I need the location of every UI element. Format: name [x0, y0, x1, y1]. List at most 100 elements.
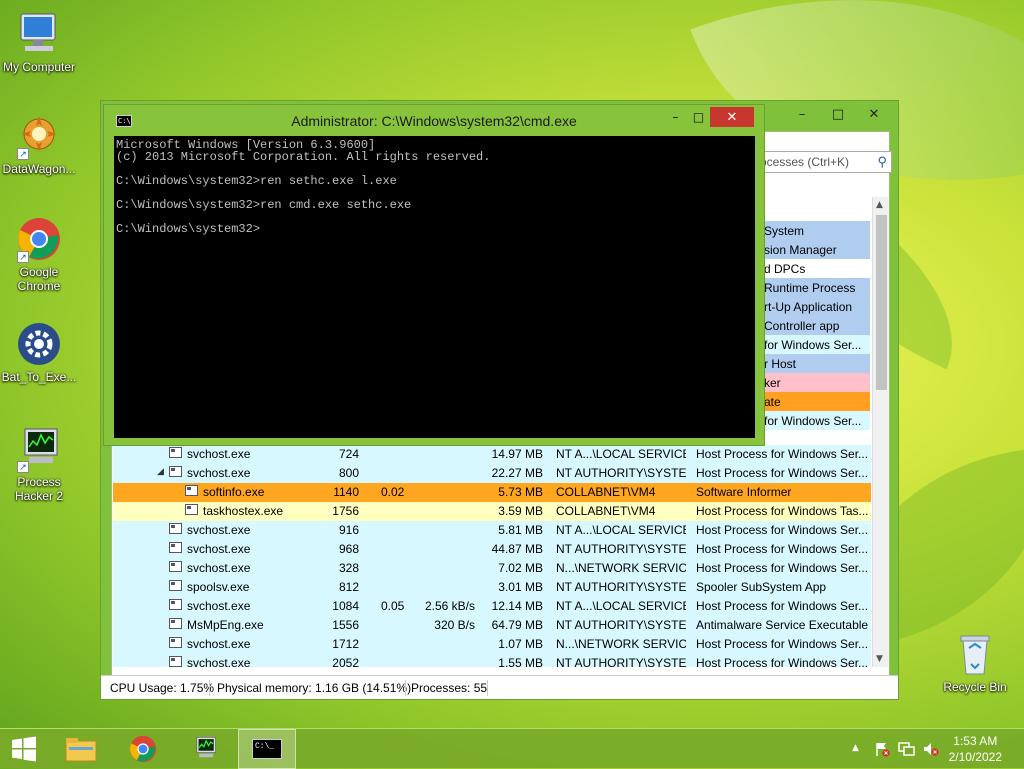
process-user-name: COLLABNET\VM4	[556, 504, 656, 518]
process-description: Controller app	[764, 319, 840, 333]
process-user-name: N...\NETWORK SERVICE	[556, 561, 686, 575]
process-row-partial[interactable]: Runtime Process	[764, 278, 870, 297]
process-row-partial[interactable]: System	[764, 221, 870, 240]
process-row-partial[interactable]: rt-Up Application	[764, 297, 870, 316]
process-row-partial[interactable]: for Windows Ser...	[764, 335, 870, 354]
process-private-bytes: 5.73 MB	[498, 485, 543, 499]
process-private-bytes: 64.79 MB	[491, 618, 543, 632]
process-row[interactable]: svchost.exe 328 7.02 MB N...\NETWORK SERVIC…	[113, 559, 871, 578]
process-user-name: NT A...\LOCAL SERVICE	[556, 523, 686, 537]
process-description: Host Process for Windows Ser...	[696, 599, 868, 613]
console-line: C:\Windows\system32>ren cmd.exe sethc.ex…	[116, 198, 412, 212]
tree-expand-icon[interactable]: ◢	[157, 466, 164, 477]
window-controls: – □ ✕	[784, 103, 892, 125]
process-row[interactable]: svchost.exe 1712 1.07 MB N...\NETWORK SERVI…	[113, 635, 871, 654]
close-button[interactable]: ✕	[856, 103, 892, 125]
taskbar-command-prompt[interactable]: C:\_	[238, 729, 296, 769]
partial-process-list: System sion Manager d DPCs Runtime Process r…	[764, 221, 870, 445]
process-description: rt-Up Application	[764, 300, 853, 314]
process-pid: 968	[338, 542, 359, 556]
minimize-button[interactable]: –	[784, 103, 820, 125]
close-button[interactable]: ✕	[710, 107, 754, 127]
desktop-icon-label: Google Chrome	[17, 265, 61, 293]
process-row[interactable]: svchost.exe 1084 0.05 2.56 kB/s 12.14 MB NT A…	[113, 597, 871, 616]
process-row[interactable]: svchost.exe 968 44.87 MB NT AUTHORITY\SYSTE…	[113, 540, 871, 559]
cmd-title-bar[interactable]: C:\ Administrator: C:\Windows\system32\c…	[104, 105, 764, 137]
desktop-icon-label: DataWagon...	[2, 162, 76, 176]
process-row[interactable]: svchost.exe 916 5.81 MB NT A...\LOCAL SERVI…	[113, 521, 871, 540]
clock-time: 1:53 AM	[953, 734, 998, 748]
chrome-icon	[129, 735, 157, 763]
process-pid: 2052	[332, 656, 359, 667]
process-row-partial[interactable]: ker	[764, 373, 870, 392]
volume-muted-icon[interactable]	[922, 741, 940, 760]
process-row[interactable]: spoolsv.exe 812 3.01 MB NT AUTHORITY\SYSTEM…	[113, 578, 871, 597]
process-icon	[169, 618, 182, 629]
console-line: C:\Windows\system32>	[116, 222, 261, 236]
process-io-rate: 2.56 kB/s	[424, 599, 475, 613]
process-row-partial[interactable]: sion Manager	[764, 240, 870, 259]
process-private-bytes: 5.81 MB	[498, 523, 543, 537]
minimize-button[interactable]: –	[664, 107, 687, 127]
process-row-partial[interactable]: Controller app	[764, 316, 870, 335]
process-description: Host Process for Windows Ser...	[696, 523, 868, 537]
taskbar-file-explorer[interactable]	[52, 729, 110, 769]
vertical-scrollbar[interactable]: ▲ ▼	[872, 197, 889, 667]
desktop-icon-recycle-bin[interactable]: Recycle Bin	[933, 630, 1017, 694]
process-description: Host Process for Windows Ser...	[696, 542, 868, 556]
search-placeholder: ocesses (Ctrl+K)	[760, 155, 850, 169]
action-center-flag-icon[interactable]	[874, 741, 890, 760]
process-row[interactable]: MsMpEng.exe 1556 320 B/s 64.79 MB NT AUTHORI…	[113, 616, 871, 635]
process-description: ker	[764, 376, 781, 390]
process-row-partial[interactable]: ate	[764, 392, 870, 411]
process-description: System	[764, 224, 805, 238]
taskbar-process-hacker[interactable]	[176, 729, 234, 769]
show-hidden-icons-button[interactable]: ▲	[852, 743, 859, 753]
desktop-icon-process-hacker[interactable]: ↗ Process Hacker 2	[0, 425, 81, 503]
process-row[interactable]: svchost.exe 724 14.97 MB NT A...\LOCAL SERV…	[113, 445, 871, 464]
process-row-partial[interactable]: r Host	[764, 354, 870, 373]
process-row[interactable]: svchost.exe 2052 1.55 MB NT AUTHORITY\SYSTE…	[113, 654, 871, 667]
process-row[interactable]: softinfo.exe 1140 0.02 5.73 MB COLLABNET\VM4…	[113, 483, 871, 502]
desktop-icon-label: Process Hacker 2	[14, 475, 64, 503]
taskbar: C:\_ ▲ 1:53 AM 2/10/2022	[0, 728, 1024, 769]
desktop-icon-label: Bat_To_Exe...	[1, 370, 77, 384]
process-private-bytes: 1.55 MB	[498, 656, 543, 667]
process-description: Host Process for Windows Ser...	[696, 466, 868, 480]
process-cpu: 0.02	[381, 485, 405, 499]
scroll-up-icon[interactable]: ▲	[876, 200, 883, 210]
desktop-icon-my-computer[interactable]: My Computer	[0, 10, 81, 74]
cmd-window[interactable]: C:\ Administrator: C:\Windows\system32\c…	[103, 104, 765, 446]
process-private-bytes: 44.87 MB	[491, 542, 543, 556]
process-row[interactable]: taskhostex.exe 1756 3.59 MB COLLABNET\VM4 Ho…	[113, 502, 871, 521]
taskbar-clock[interactable]: 1:53 AM 2/10/2022	[949, 733, 1002, 765]
taskbar-google-chrome[interactable]	[114, 729, 172, 769]
process-description: for Windows Ser...	[764, 338, 862, 352]
desktop-icon-google-chrome[interactable]: ↗ Google Chrome	[0, 215, 81, 293]
start-button[interactable]	[0, 729, 48, 769]
maximize-button[interactable]: □	[687, 107, 710, 127]
scrollbar-thumb[interactable]	[876, 215, 887, 390]
desktop-icon-bat-to-exe[interactable]: Bat_To_Exe...	[0, 320, 81, 384]
search-input[interactable]: ocesses (Ctrl+K) ⚲	[755, 151, 892, 173]
gear-icon	[15, 320, 63, 368]
network-icon[interactable]	[898, 741, 916, 760]
process-private-bytes: 7.02 MB	[498, 561, 543, 575]
process-user-name: NT AUTHORITY\SYSTEM	[556, 542, 686, 556]
process-private-bytes: 22.27 MB	[491, 466, 543, 480]
process-description: Host Process for Windows Ser...	[696, 656, 868, 667]
desktop-icon-datawagon[interactable]: ↗ DataWagon...	[0, 112, 81, 176]
process-row-partial[interactable]: d DPCs	[764, 259, 870, 278]
process-description: for Windows Ser...	[764, 414, 862, 428]
process-icon	[169, 447, 182, 458]
desktop-icon-label: My Computer	[2, 60, 76, 74]
console-output[interactable]: Microsoft Windows [Version 6.3.9600] (c)…	[114, 136, 755, 438]
process-row[interactable]: ◢ svchost.exe 800 22.27 MB NT AUTHORITY\SYST…	[113, 464, 871, 483]
process-user-name: NT A...\LOCAL SERVICE	[556, 599, 686, 613]
process-pid: 328	[338, 561, 359, 575]
process-table[interactable]: svchost.exe 724 14.97 MB NT A...\LOCAL SERV…	[113, 445, 871, 667]
maximize-button[interactable]: □	[820, 103, 856, 125]
scroll-down-icon[interactable]: ▼	[876, 654, 883, 664]
search-icon[interactable]: ⚲	[877, 154, 887, 170]
process-row-partial[interactable]: for Windows Ser...	[764, 411, 870, 430]
